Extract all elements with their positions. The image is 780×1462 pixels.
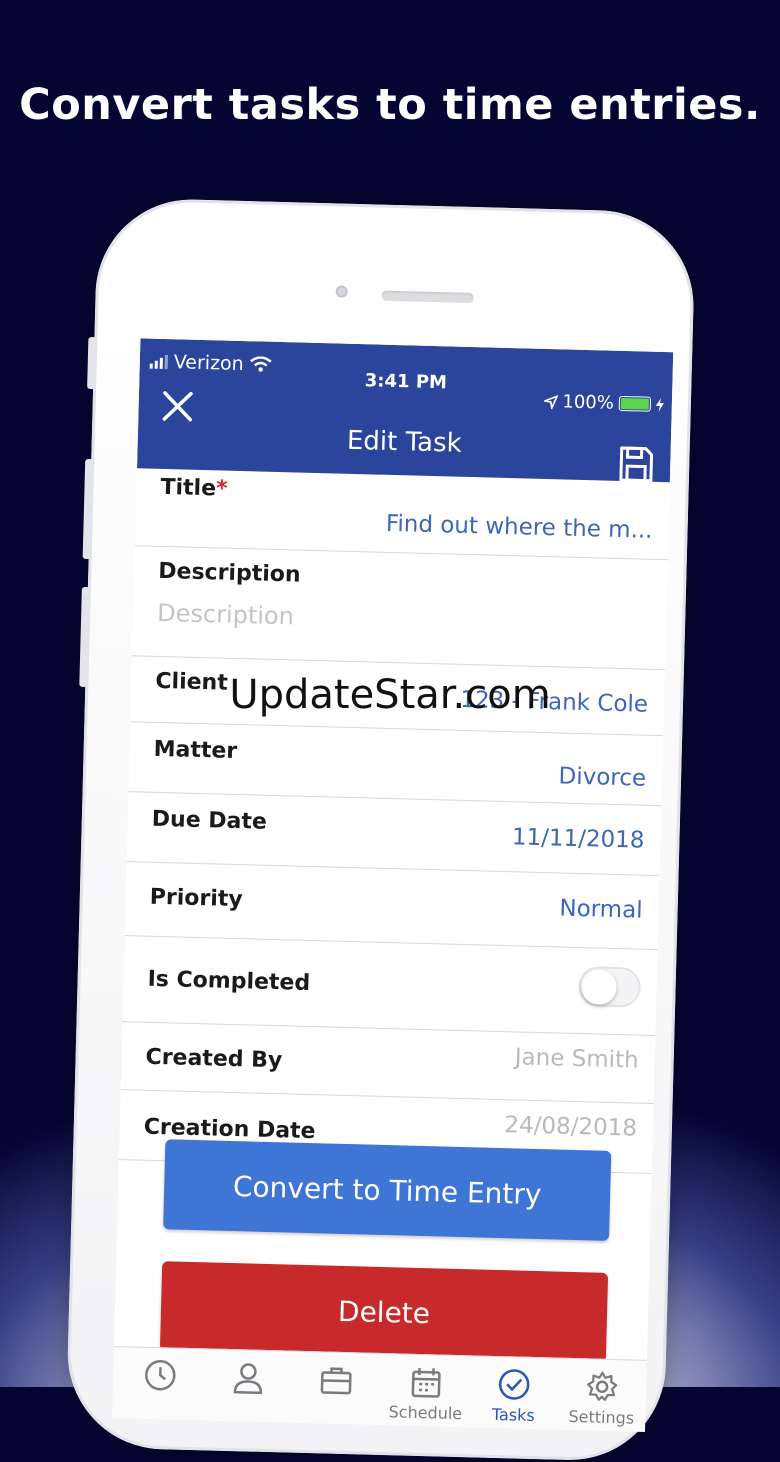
- volume-up-button: [82, 458, 94, 560]
- clock-icon: [145, 1359, 176, 1391]
- location-arrow-icon: [543, 394, 558, 409]
- description-input[interactable]: Description: [157, 599, 294, 631]
- created-by-label: Created By: [145, 1044, 283, 1074]
- description-row[interactable]: Description Description: [132, 546, 668, 671]
- tab-schedule[interactable]: Schedule: [380, 1364, 471, 1423]
- tab-tasks[interactable]: Tasks: [468, 1366, 559, 1425]
- tab-schedule-label: Schedule: [388, 1402, 463, 1424]
- priority-value[interactable]: Normal: [559, 895, 643, 923]
- tab-time[interactable]: [115, 1357, 206, 1397]
- due-date-value[interactable]: 11/11/2018: [512, 824, 645, 853]
- charging-bolt-icon: [655, 397, 664, 412]
- matter-label: Matter: [153, 736, 238, 764]
- battery-indicator: 100%: [543, 391, 664, 415]
- check-circle-icon: [498, 1369, 530, 1400]
- page-title: Edit Task: [346, 425, 463, 459]
- created-by-value: Jane Smith: [514, 1044, 640, 1074]
- tab-contacts[interactable]: [203, 1359, 294, 1399]
- due-date-label: Due Date: [151, 806, 268, 835]
- toggle-knob: [581, 969, 618, 1006]
- matter-value[interactable]: Divorce: [558, 763, 646, 791]
- navigation-bar: Verizon 3:41 PM 100% Edit Task: [137, 338, 674, 484]
- is-completed-toggle[interactable]: [578, 966, 642, 1008]
- headline: Convert tasks to time entries.: [19, 80, 761, 130]
- description-label: Description: [158, 558, 301, 588]
- front-camera: [335, 285, 348, 298]
- title-label: Title*: [160, 474, 228, 502]
- title-value[interactable]: Find out where the m...: [386, 511, 653, 544]
- person-icon: [233, 1363, 263, 1395]
- priority-row[interactable]: Priority Normal: [124, 862, 660, 951]
- battery-percent: 100%: [562, 391, 615, 414]
- silent-switch: [87, 336, 97, 390]
- is-completed-label: Is Completed: [147, 966, 311, 996]
- is-completed-row: Is Completed: [122, 936, 658, 1037]
- creation-date-value: 24/08/2018: [504, 1112, 638, 1142]
- phone-frame: Verizon 3:41 PM 100% Edit Task Title* Fi…: [65, 197, 696, 1462]
- tab-bar: Schedule Tasks Settings: [112, 1345, 647, 1432]
- convert-to-time-entry-button[interactable]: Convert to Time Entry: [163, 1139, 612, 1241]
- tab-settings[interactable]: Settings: [556, 1369, 647, 1428]
- priority-label: Priority: [149, 884, 243, 913]
- calendar-icon: [411, 1367, 441, 1398]
- tab-matters[interactable]: [291, 1362, 382, 1402]
- tab-settings-label: Settings: [568, 1406, 635, 1428]
- tab-tasks-label: Tasks: [491, 1404, 536, 1426]
- battery-icon: [618, 395, 652, 412]
- required-marker: *: [215, 476, 228, 502]
- task-form: Title* Find out where the m... Descripti…: [118, 468, 670, 1174]
- briefcase-icon: [320, 1367, 352, 1395]
- app-screen: Verizon 3:41 PM 100% Edit Task Title* Fi…: [112, 338, 674, 1432]
- watermark: UpdateStar.com: [229, 672, 551, 718]
- title-row[interactable]: Title* Find out where the m...: [134, 468, 670, 561]
- close-icon[interactable]: [160, 389, 195, 424]
- earpiece-speaker: [381, 290, 474, 304]
- delete-button[interactable]: Delete: [159, 1261, 609, 1363]
- save-icon[interactable]: [618, 445, 655, 484]
